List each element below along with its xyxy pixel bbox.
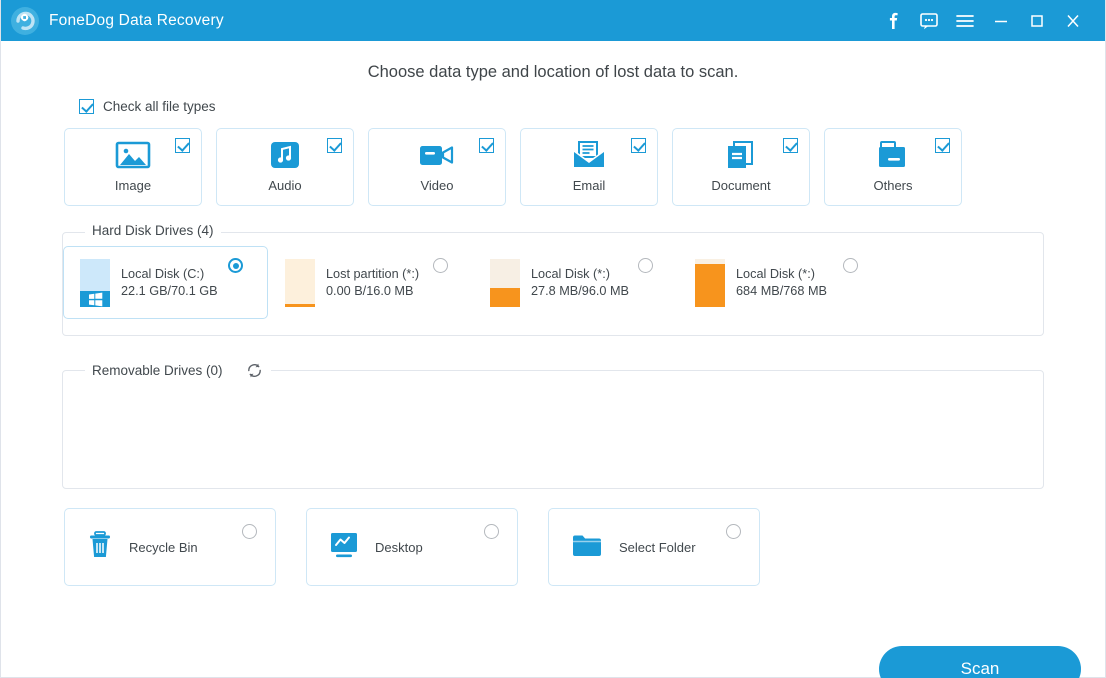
audio-checkbox[interactable] [327,138,342,153]
removable-drives-legend: Removable Drives (0) [85,361,271,380]
file-type-card-others[interactable]: Others [824,128,962,206]
drive-bar-icon [490,258,520,307]
drive-info: Local Disk (C:) 22.1 GB/70.1 GB [121,267,218,298]
location-list: Recycle Bin Desktop Select Folder [64,508,1105,586]
location-radio[interactable] [242,524,257,539]
desktop-icon [329,531,359,564]
hard-disk-drives-panel: Hard Disk Drives (4) Local Disk (C:) 22.… [62,223,1044,336]
feedback-icon[interactable] [911,5,947,37]
location-card-select-folder[interactable]: Select Folder [548,508,760,586]
drive-item[interactable]: Lost partition (*:) 0.00 B/16.0 MB [268,246,473,319]
location-radio[interactable] [726,524,741,539]
drive-item[interactable]: Local Disk (*:) 27.8 MB/96.0 MB [473,246,678,319]
folder-icon [571,532,603,563]
image-checkbox[interactable] [175,138,190,153]
drive-info: Local Disk (*:) 27.8 MB/96.0 MB [531,267,629,298]
check-all-label: Check all file types [103,99,216,114]
email-icon [572,138,606,172]
image-icon [115,138,151,172]
location-label: Desktop [375,539,423,555]
drive-item[interactable]: Local Disk (*:) 684 MB/768 MB [678,246,883,319]
scan-button[interactable]: Scan [879,646,1081,678]
drive-name: Local Disk (*:) [736,267,815,281]
drive-radio[interactable] [638,258,653,273]
removable-drives-legend-text: Removable Drives (0) [92,363,223,378]
file-type-label: Email [572,178,606,193]
drive-size: 684 MB/768 MB [736,284,827,298]
file-type-card-email[interactable]: Email [520,128,658,206]
location-label: Select Folder [619,539,696,555]
video-icon [418,138,456,172]
facebook-icon[interactable] [875,5,911,37]
file-type-card-video[interactable]: Video [368,128,506,206]
drive-radio[interactable] [228,258,243,273]
drive-size: 0.00 B/16.0 MB [326,284,414,298]
video-checkbox[interactable] [479,138,494,153]
file-type-label: Image [114,178,152,193]
document-icon [725,138,757,172]
drive-item[interactable]: Local Disk (C:) 22.1 GB/70.1 GB [63,246,268,319]
minimize-icon[interactable] [983,5,1019,37]
removable-drives-panel: Removable Drives (0) [62,361,1044,489]
page-title: Choose data type and location of lost da… [367,63,739,81]
file-type-label: Audio [268,178,302,193]
drive-info: Lost partition (*:) 0.00 B/16.0 MB [326,267,419,298]
app-window: FoneDog Data Recovery Choose data type a… [0,0,1106,678]
location-radio[interactable] [484,524,499,539]
drive-name: Local Disk (C:) [121,267,205,281]
drive-radio[interactable] [843,258,858,273]
drive-name: Lost partition (*:) [326,267,420,281]
drive-bar-icon [285,258,315,307]
document-checkbox[interactable] [783,138,798,153]
hard-disk-drives-legend: Hard Disk Drives (4) [85,223,221,238]
file-type-label: Others [873,178,913,193]
hard-disk-drives-legend-text: Hard Disk Drives (4) [92,223,214,238]
drive-size: 27.8 MB/96.0 MB [531,284,630,298]
location-card-desktop[interactable]: Desktop [306,508,518,586]
others-checkbox[interactable] [935,138,950,153]
file-type-label: Video [420,178,454,193]
refresh-icon[interactable] [245,361,264,380]
file-type-card-image[interactable]: Image [64,128,202,206]
close-icon[interactable] [1055,5,1091,37]
maximize-icon[interactable] [1019,5,1055,37]
title-bar: FoneDog Data Recovery [1,0,1105,41]
fonedog-logo-icon [10,6,40,36]
drive-name: Local Disk (*:) [531,267,610,281]
drive-info: Local Disk (*:) 684 MB/768 MB [736,267,827,298]
app-title: FoneDog Data Recovery [49,11,224,29]
file-type-card-document[interactable]: Document [672,128,810,206]
others-icon [876,138,910,172]
hard-disk-drive-list: Local Disk (C:) 22.1 GB/70.1 GB Lost par… [63,233,1043,335]
location-card-recycle-bin[interactable]: Recycle Bin [64,508,276,586]
drive-bar-icon [695,258,725,307]
windows-drive-icon [80,258,110,307]
audio-icon [270,138,300,172]
check-all-file-types[interactable]: Check all file types [79,99,1105,114]
file-type-list: Image Audio Video Email Document Others [64,128,1105,206]
menu-icon[interactable] [947,5,983,37]
email-checkbox[interactable] [631,138,646,153]
file-type-card-audio[interactable]: Audio [216,128,354,206]
file-type-label: Document [711,178,771,193]
check-all-checkbox[interactable] [79,99,94,114]
main-content: Choose data type and location of lost da… [1,41,1105,678]
drive-size: 22.1 GB/70.1 GB [121,284,218,298]
recycle-bin-icon [87,530,113,565]
drive-radio[interactable] [433,258,448,273]
location-label: Recycle Bin [129,539,198,555]
